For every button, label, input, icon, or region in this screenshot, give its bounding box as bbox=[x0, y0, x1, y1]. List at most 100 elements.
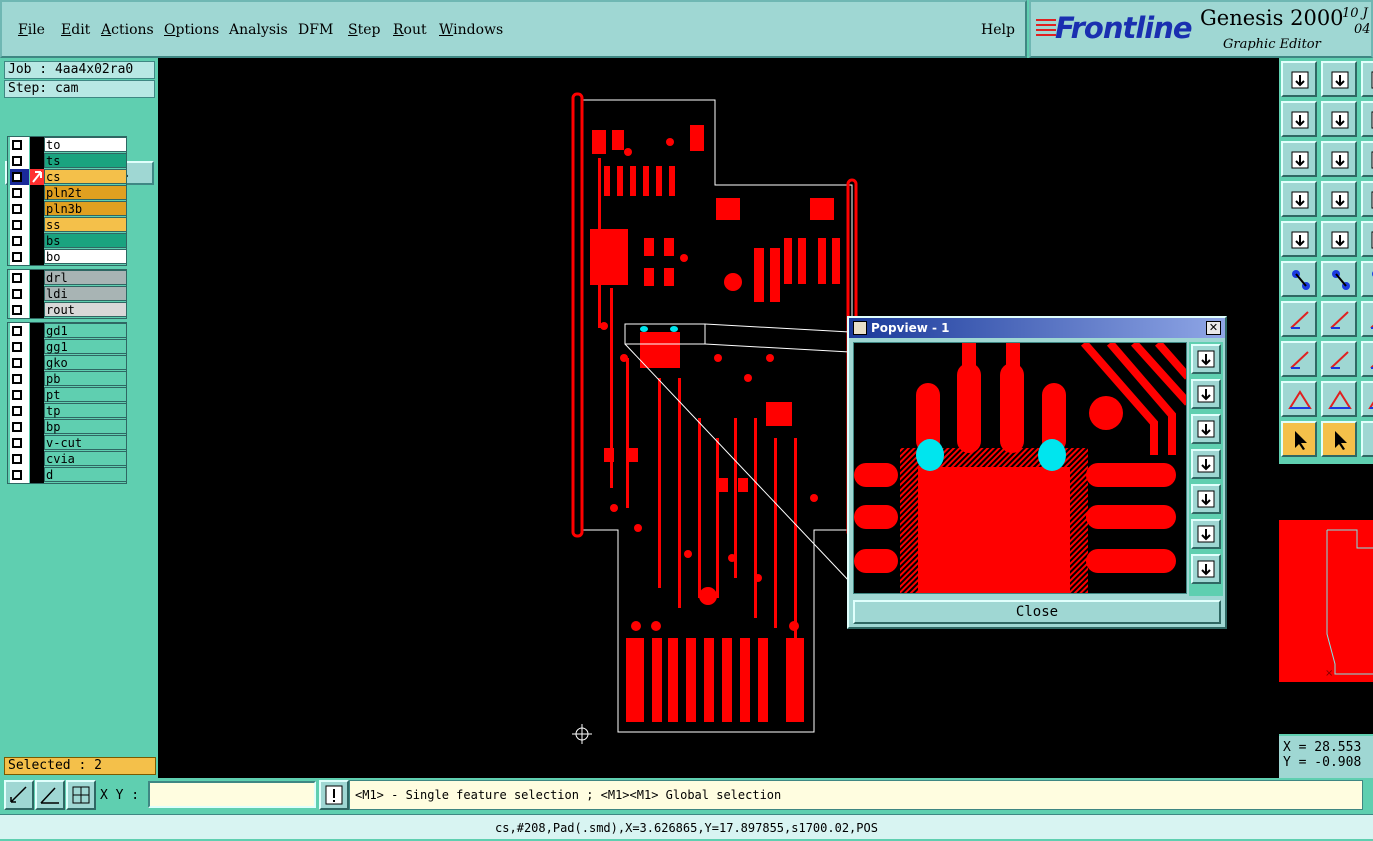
layer-name[interactable]: rout bbox=[44, 302, 127, 317]
info-button[interactable] bbox=[319, 780, 349, 810]
layer-checkbox[interactable] bbox=[12, 374, 22, 384]
layer-name[interactable]: bp bbox=[44, 419, 127, 434]
layer-name[interactable]: bs bbox=[44, 233, 127, 248]
popview-tool-zoom-home[interactable] bbox=[1191, 379, 1221, 409]
angle-mode-button[interactable] bbox=[35, 780, 65, 810]
layer-row-pt[interactable]: pt bbox=[8, 387, 127, 403]
layer-row-d[interactable]: d bbox=[8, 467, 127, 483]
menu-edit[interactable]: Edit bbox=[61, 22, 90, 38]
layer-row-gd1[interactable]: gd1 bbox=[8, 323, 127, 339]
layer-row-drl[interactable]: drl bbox=[8, 270, 127, 286]
tool-button-triangle[interactable] bbox=[1361, 261, 1373, 297]
xy-input[interactable] bbox=[148, 781, 316, 808]
layer-checkbox[interactable] bbox=[12, 358, 22, 368]
menu-help[interactable]: Help bbox=[981, 22, 1015, 38]
tool-button-pointer[interactable] bbox=[1321, 301, 1357, 337]
popview-tool-zoom-out[interactable] bbox=[1191, 414, 1221, 444]
menu-rout[interactable]: Rout bbox=[393, 22, 427, 38]
popview-tool-fit[interactable] bbox=[1191, 519, 1221, 549]
layer-row-bo[interactable]: bo bbox=[8, 249, 127, 265]
layer-checkbox[interactable] bbox=[12, 454, 22, 464]
tool-button-pan-right[interactable] bbox=[1321, 101, 1357, 137]
layer-row-gko[interactable]: gko bbox=[8, 355, 127, 371]
layer-row-rout[interactable]: rout bbox=[8, 302, 127, 318]
popview-window[interactable]: Popview - 1 ✕ Close bbox=[847, 316, 1227, 629]
tool-button-arc[interactable] bbox=[1361, 221, 1373, 257]
layer-checkbox[interactable] bbox=[12, 470, 22, 480]
tool-button-zoom-home[interactable] bbox=[1281, 341, 1317, 377]
layer-checkbox[interactable] bbox=[12, 390, 22, 400]
layer-row-v-cut[interactable]: v-cut bbox=[8, 435, 127, 451]
popview-titlebar[interactable]: Popview - 1 ✕ bbox=[849, 318, 1225, 338]
layer-checkbox[interactable] bbox=[12, 156, 22, 166]
menu-actions[interactable]: Actions bbox=[101, 22, 154, 38]
tool-button-center[interactable] bbox=[1281, 421, 1317, 457]
layer-name[interactable]: bo bbox=[44, 249, 127, 264]
tool-button-zoom-in[interactable] bbox=[1321, 61, 1357, 97]
tool-button-zoom-home[interactable] bbox=[1281, 61, 1317, 97]
snap-mode-button[interactable] bbox=[4, 780, 34, 810]
layer-row-pb[interactable]: pb bbox=[8, 371, 127, 387]
tool-button-cutout[interactable] bbox=[1281, 261, 1317, 297]
layer-checkbox[interactable] bbox=[12, 406, 22, 416]
layer-row-ldi[interactable]: ldi bbox=[8, 286, 127, 302]
close-icon[interactable]: ✕ bbox=[1206, 321, 1221, 335]
popview-tool-pan-right[interactable] bbox=[1191, 484, 1221, 514]
layer-checkbox[interactable] bbox=[12, 252, 22, 262]
layer-name[interactable]: cvia bbox=[44, 451, 127, 466]
layer-name[interactable]: ss bbox=[44, 217, 127, 232]
tool-button-fit[interactable] bbox=[1361, 381, 1373, 417]
popview-tool-zoom-in[interactable] bbox=[1191, 344, 1221, 374]
tool-button-zoom-in[interactable] bbox=[1321, 341, 1357, 377]
layer-name[interactable]: drl bbox=[44, 270, 127, 285]
tool-button-snap[interactable] bbox=[1361, 141, 1373, 177]
layer-checkbox[interactable] bbox=[12, 422, 22, 432]
layer-checkbox[interactable] bbox=[12, 140, 22, 150]
layer-name[interactable]: cs bbox=[44, 169, 127, 184]
tool-button-pan-right[interactable] bbox=[1321, 381, 1357, 417]
layer-row-cs[interactable]: cs bbox=[8, 169, 127, 185]
menu-windows[interactable]: Windows bbox=[439, 22, 503, 38]
layer-name[interactable]: pln3b bbox=[44, 201, 127, 216]
menu-analysis[interactable]: Analysis bbox=[229, 22, 288, 38]
tool-button-polygon[interactable] bbox=[1281, 301, 1317, 337]
popview-canvas[interactable] bbox=[853, 342, 1187, 594]
tool-button-measure[interactable] bbox=[1321, 141, 1357, 177]
layer-name[interactable]: pln2t bbox=[44, 185, 127, 200]
layer-name[interactable]: d bbox=[44, 467, 127, 482]
layer-row-bs[interactable]: bs bbox=[8, 233, 127, 249]
tool-button-slot[interactable] bbox=[1321, 261, 1357, 297]
tool-button-cross[interactable] bbox=[1281, 221, 1317, 257]
tool-button-pan-left[interactable] bbox=[1281, 381, 1317, 417]
tool-button-zoom-out[interactable] bbox=[1361, 61, 1373, 97]
layer-checkbox[interactable] bbox=[12, 204, 22, 214]
layer-name[interactable]: pt bbox=[44, 387, 127, 402]
layer-name[interactable]: v-cut bbox=[44, 435, 127, 450]
layer-checkbox[interactable] bbox=[12, 438, 22, 448]
layer-checkbox[interactable] bbox=[12, 220, 22, 230]
tool-button-measure[interactable] bbox=[1321, 421, 1357, 457]
layer-name[interactable]: gg1 bbox=[44, 339, 127, 354]
layer-checkbox[interactable] bbox=[12, 289, 22, 299]
layer-checkbox[interactable] bbox=[12, 172, 22, 182]
tool-button-pad-add[interactable] bbox=[1281, 181, 1317, 217]
tool-button-pan-left[interactable] bbox=[1281, 101, 1317, 137]
layer-name[interactable]: ts bbox=[44, 153, 127, 168]
layer-row-ts[interactable]: ts bbox=[8, 153, 127, 169]
layer-row-cvia[interactable]: cvia bbox=[8, 451, 127, 467]
tool-button-line[interactable] bbox=[1321, 221, 1357, 257]
popview-close-button[interactable]: Close bbox=[853, 600, 1221, 624]
grid-mode-button[interactable] bbox=[66, 780, 96, 810]
menu-step[interactable]: Step bbox=[348, 22, 380, 38]
popview-tool-center[interactable] bbox=[1191, 554, 1221, 584]
tool-button-fit[interactable] bbox=[1361, 101, 1373, 137]
layer-row-tp[interactable]: tp bbox=[8, 403, 127, 419]
tool-button-center[interactable] bbox=[1281, 141, 1317, 177]
tool-button-net[interactable] bbox=[1361, 181, 1373, 217]
tool-button-select[interactable] bbox=[1321, 181, 1357, 217]
tool-button-pointer-box[interactable] bbox=[1361, 301, 1373, 337]
layer-row-pln3b[interactable]: pln3b bbox=[8, 201, 127, 217]
menu-options[interactable]: Options bbox=[164, 22, 219, 38]
layer-row-ss[interactable]: ss bbox=[8, 217, 127, 233]
layer-row-pln2t[interactable]: pln2t bbox=[8, 185, 127, 201]
